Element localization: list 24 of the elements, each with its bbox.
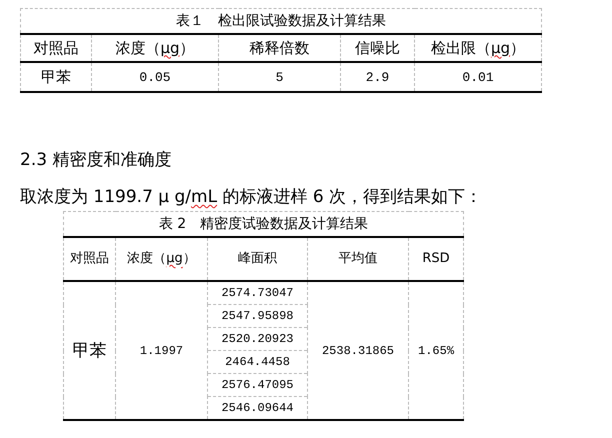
- table-title: 表 2 精密度试验数据及计算结果: [64, 212, 464, 237]
- table-cell: 2574.73047: [208, 281, 308, 304]
- table-cell: 2538.31865: [308, 281, 408, 420]
- table-cell: 0.01: [414, 62, 542, 92]
- table-cell: 2.9: [340, 62, 414, 92]
- table-cell: 0.05: [92, 62, 218, 92]
- table-cell: 1.65%: [408, 281, 464, 420]
- table-cell: 5: [218, 62, 340, 92]
- column-header: 对照品: [20, 34, 92, 62]
- column-header: 浓度（μg）: [116, 237, 208, 281]
- column-header: 信噪比: [340, 34, 414, 62]
- table-cell: 甲苯: [64, 281, 116, 420]
- column-header: RSD: [408, 237, 464, 281]
- column-header: 浓度（μg）: [92, 34, 218, 62]
- column-header: 对照品: [64, 237, 116, 281]
- table-title: 表１ 检出限试验数据及计算结果: [20, 8, 542, 34]
- column-header: 检出限（μg）: [414, 34, 542, 62]
- paragraph: 取浓度为 1199.7 μ g/mL 的标液进样 6 次，得到结果如下：: [20, 186, 484, 209]
- column-header: 峰面积: [208, 237, 308, 281]
- section-heading: 2.3 精密度和准确度: [20, 149, 172, 172]
- column-header: 平均值: [308, 237, 408, 281]
- table-cell: 甲苯: [20, 62, 92, 92]
- table-cell: 1.1997: [116, 281, 208, 420]
- column-header: 稀释倍数: [218, 34, 340, 62]
